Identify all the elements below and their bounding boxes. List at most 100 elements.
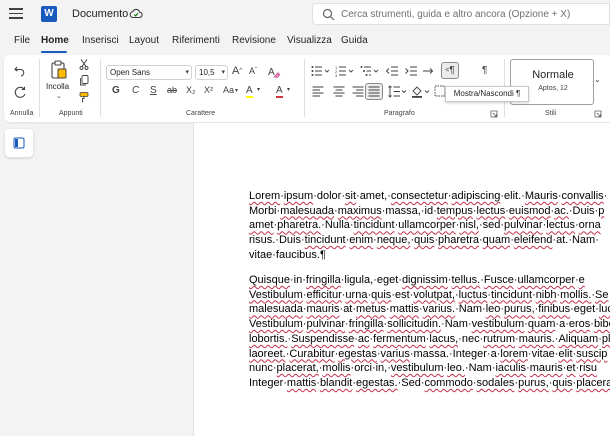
undo-icon[interactable] [13, 63, 27, 77]
word: quam [527, 318, 556, 331]
word: ullamcorper [398, 219, 456, 232]
svg-text:A: A [268, 67, 275, 78]
align-left-icon[interactable] [312, 86, 324, 97]
word: rutrum [483, 332, 516, 345]
document-page[interactable]: Lorem·ipsum·dolor·sit·amet,·consectetur·… [193, 123, 610, 436]
chevron-down-icon[interactable]: ▾ [221, 66, 225, 79]
shading-icon[interactable] [411, 85, 431, 98]
decrease-indent-icon[interactable] [385, 65, 399, 77]
styles-chevron-down-icon[interactable]: ⌄ [594, 75, 601, 84]
change-case-button[interactable]: Aa ▾ [223, 85, 238, 95]
word: luctus [458, 288, 488, 301]
word: massa. [413, 347, 449, 360]
word: convallis [561, 190, 604, 202]
paragraph-dialog-launcher-icon[interactable] [490, 110, 498, 118]
numbering-icon[interactable]: 123 [335, 65, 355, 77]
increase-indent-icon[interactable] [404, 65, 418, 77]
shrink-font-icon[interactable]: Aˇ [249, 66, 257, 76]
text-line: amet·pharetra.·Nulla·tincidunt·ullamcorp… [249, 219, 601, 232]
font-size-value: 10,5 [199, 68, 215, 77]
tab-file[interactable]: File [14, 35, 30, 46]
word: euismod [508, 204, 551, 217]
align-center-icon[interactable] [333, 86, 345, 97]
word: pulvinar [306, 318, 346, 331]
word: Mauris [524, 190, 558, 202]
copy-icon[interactable] [79, 75, 89, 86]
text-line: laoreet.·Curabitur·egestas·varius·massa.… [249, 347, 608, 360]
font-size-combo[interactable]: 10,5 ▾ [195, 65, 228, 80]
search-box[interactable] [312, 3, 610, 25]
word: Se [595, 288, 609, 301]
strikethrough-button[interactable]: ab [167, 85, 177, 95]
font-color-icon[interactable]: A [276, 85, 283, 98]
bold-button[interactable]: G [112, 85, 120, 96]
tab-riferimenti[interactable]: Riferimenti [172, 35, 220, 46]
group-separator [304, 59, 305, 117]
word: massa, [385, 204, 421, 217]
tab-home[interactable]: Home [41, 35, 69, 46]
text-line: nunc·placerat,·mollis·orci·in,·vestibulu… [249, 362, 598, 375]
underline-button[interactable]: S [150, 85, 157, 96]
word: commodo [424, 376, 473, 389]
show-hide-pilcrow-button[interactable]: < ¶ [441, 62, 459, 79]
navigation-pane-button[interactable] [5, 129, 33, 157]
clear-formatting-icon[interactable]: A [267, 65, 281, 79]
word: tincidunt [491, 288, 533, 301]
word: at. [556, 234, 569, 247]
pilcrow-toggle-icon[interactable]: ¶ [482, 65, 487, 76]
font-name-combo[interactable]: Open Sans ▾ [106, 65, 192, 80]
search-input[interactable] [341, 6, 606, 22]
grow-font-icon[interactable]: A ^ [232, 65, 242, 77]
bullets-icon[interactable] [311, 65, 331, 77]
chevron-down-icon[interactable]: ▾ [257, 86, 260, 93]
word: Vestibulum [249, 288, 303, 301]
text-line: Quisque·in·fringilla·ligula,·eget·dignis… [249, 274, 585, 286]
word: purus, [504, 303, 535, 316]
app-menu-icon[interactable] [9, 8, 23, 20]
word: at [343, 303, 353, 316]
paragraph-2[interactable]: Quisque·in·fringilla·ligula,·eget·dignis… [249, 273, 610, 391]
tab-layout[interactable]: Layout [129, 35, 159, 46]
word: Nam [571, 234, 596, 247]
document-title[interactable]: Documento [72, 8, 128, 20]
chevron-down-icon[interactable]: ▾ [287, 86, 290, 93]
paste-chevron-down-icon[interactable]: ⌄ [56, 92, 62, 100]
ltr-direction-icon[interactable] [422, 65, 436, 77]
word: Duis [572, 204, 595, 217]
word: leo [485, 303, 501, 316]
group-label-stili: Stili [545, 110, 557, 117]
word: mauris [306, 303, 340, 316]
redo-icon[interactable] [13, 86, 27, 100]
paragraph-1[interactable]: Lorem·ipsum·dolor·sit·amet,·consectetur·… [249, 189, 610, 263]
word: fringilla [305, 274, 341, 286]
paste-label[interactable]: Incolla [46, 82, 69, 91]
cut-icon[interactable] [79, 59, 89, 70]
cloud-sync-icon[interactable] [129, 7, 143, 21]
format-painter-icon[interactable] [79, 92, 89, 103]
word: amet, [359, 190, 388, 202]
word: varius [380, 347, 410, 360]
highlight-icon[interactable]: A [246, 85, 253, 98]
styles-dialog-launcher-icon[interactable] [594, 110, 602, 118]
italic-button[interactable]: C [132, 85, 139, 96]
line-spacing-icon[interactable] [388, 85, 408, 98]
word: e [578, 274, 585, 286]
superscript-button[interactable]: X² [204, 85, 213, 95]
word: vitae [249, 248, 273, 261]
word: enim [349, 234, 374, 247]
subscript-button[interactable]: X₂ [186, 85, 196, 95]
paste-icon[interactable] [50, 60, 68, 80]
align-right-icon[interactable] [352, 86, 364, 97]
multilevel-list-icon[interactable] [360, 65, 380, 77]
tab-visualizza[interactable]: Visualizza [287, 35, 332, 46]
text-line: lobortis.·Suspendisse·ac·fermentum·lacus… [249, 332, 610, 345]
word: pharetra. [277, 219, 322, 232]
word: purus, [518, 376, 549, 389]
word: bibe [593, 318, 610, 331]
tab-revisione[interactable]: Revisione [232, 35, 276, 46]
chevron-down-icon[interactable]: ▾ [185, 66, 189, 79]
tab-guida[interactable]: Guida [341, 35, 368, 46]
justify-button[interactable] [365, 83, 383, 100]
navigation-pane-icon [13, 137, 25, 149]
tab-inserisci[interactable]: Inserisci [82, 35, 119, 46]
